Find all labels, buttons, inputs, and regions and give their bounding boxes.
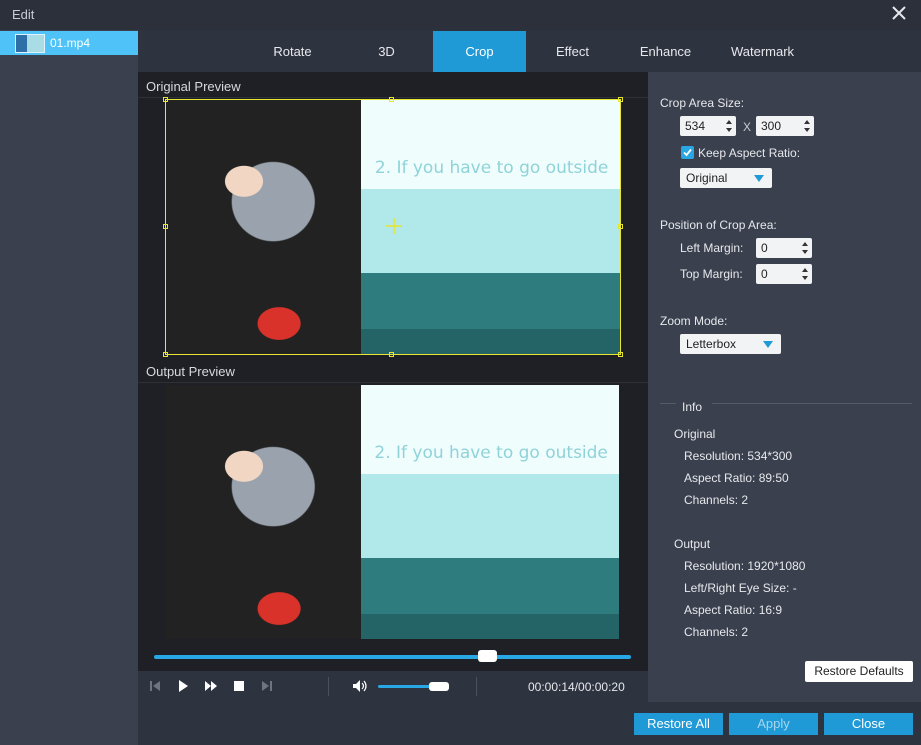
title-bar: Edit (0, 0, 921, 30)
crop-height-input[interactable]: 300 (756, 116, 814, 136)
chevron-down-icon (763, 341, 773, 348)
left-margin-label: Left Margin: (680, 241, 744, 255)
apply-button[interactable]: Apply (729, 713, 818, 735)
close-icon[interactable] (891, 5, 907, 21)
original-resolution: Resolution: 534*300 (684, 449, 793, 463)
crop-settings-panel: Crop Area Size: 534 X 300 Keep Aspect Ra… (648, 72, 921, 702)
crop-rectangle[interactable] (163, 97, 623, 357)
tab-enhance[interactable]: Enhance (619, 31, 712, 72)
spinner-arrows-icon[interactable] (801, 240, 809, 256)
video-caption: 2. If you have to go outside (374, 443, 608, 464)
window-title: Edit (12, 7, 35, 22)
crosshair-icon[interactable] (386, 218, 402, 234)
crop-handle[interactable] (163, 224, 168, 229)
output-channels: Channels: 2 (684, 625, 749, 639)
info-title: Info (682, 400, 703, 414)
left-margin-input[interactable]: 0 (756, 238, 812, 258)
tab-watermark[interactable]: Watermark (712, 31, 813, 72)
original-info-heading: Original (674, 427, 716, 441)
player-controls: 00:00:14/00:00:20 (138, 671, 648, 702)
zoom-mode-dropdown[interactable]: Letterbox (680, 334, 781, 354)
output-eye-size: Left/Right Eye Size: - (684, 581, 797, 595)
restore-defaults-button[interactable]: Restore Defaults (805, 661, 913, 682)
crop-handle[interactable] (618, 224, 623, 229)
seek-thumb[interactable] (478, 650, 497, 662)
divider (328, 677, 329, 696)
top-margin-input[interactable]: 0 (756, 264, 812, 284)
aspect-ratio-dropdown[interactable]: Original (680, 168, 772, 188)
divider (138, 382, 648, 383)
skip-next-icon[interactable] (260, 679, 274, 693)
output-preview-label: Output Preview (146, 364, 235, 379)
slide-band (360, 557, 619, 614)
checkmark-icon (683, 148, 692, 157)
tab-effect[interactable]: Effect (526, 31, 619, 72)
crop-handle[interactable] (618, 352, 623, 357)
original-channels: Channels: 2 (684, 493, 749, 507)
slide-band (360, 473, 619, 558)
size-separator: X (743, 120, 752, 134)
spinner-arrows-icon[interactable] (803, 118, 811, 134)
tab-rotate[interactable]: Rotate (245, 31, 340, 72)
keep-aspect-label: Keep Aspect Ratio: (698, 146, 801, 160)
crop-handle[interactable] (163, 352, 168, 357)
original-aspect-ratio: Aspect Ratio: 89:50 (684, 471, 789, 485)
play-icon[interactable] (176, 679, 190, 693)
output-video-frame: 2. If you have to go outside (166, 385, 619, 639)
footer-bar: Restore All Apply Close (138, 702, 921, 745)
tab-3d[interactable]: 3D (340, 31, 433, 72)
file-item[interactable]: 01.mp4 (0, 31, 138, 55)
restore-all-button[interactable]: Restore All (634, 713, 723, 735)
volume-thumb[interactable] (429, 682, 449, 691)
spinner-arrows-icon[interactable] (801, 266, 809, 282)
video-photo (166, 385, 361, 639)
fast-forward-icon[interactable] (204, 679, 218, 693)
divider (476, 677, 477, 696)
edit-tabs: Rotate 3D Crop Effect Enhance Watermark (138, 31, 921, 72)
top-margin-label: Top Margin: (680, 267, 743, 281)
crop-handle[interactable] (163, 97, 168, 102)
file-name: 01.mp4 (50, 36, 91, 50)
skip-previous-icon[interactable] (148, 679, 162, 693)
crop-handle[interactable] (389, 97, 394, 102)
crop-handle[interactable] (389, 352, 394, 357)
seek-bar[interactable] (154, 655, 631, 659)
keep-aspect-checkbox[interactable] (681, 146, 694, 159)
file-list: 01.mp4 (0, 30, 138, 745)
video-thumbnail (15, 34, 45, 53)
close-button[interactable]: Close (824, 713, 913, 735)
output-info-heading: Output (674, 537, 711, 551)
crop-handle[interactable] (618, 97, 623, 102)
spinner-arrows-icon[interactable] (725, 118, 733, 134)
chevron-down-icon (754, 175, 764, 182)
stop-icon[interactable] (232, 679, 246, 693)
original-preview-label: Original Preview (146, 79, 241, 94)
slide-band (360, 613, 619, 639)
crop-area-size-label: Crop Area Size: (660, 96, 745, 110)
volume-icon[interactable] (352, 679, 368, 693)
time-readout: 00:00:14/00:00:20 (528, 680, 625, 694)
output-resolution: Resolution: 1920*1080 (684, 559, 806, 573)
output-aspect-ratio: Aspect Ratio: 16:9 (684, 603, 783, 617)
tab-crop[interactable]: Crop (433, 31, 526, 72)
crop-width-input[interactable]: 534 (680, 116, 736, 136)
crop-position-label: Position of Crop Area: (660, 218, 777, 232)
zoom-mode-label: Zoom Mode: (660, 314, 728, 328)
